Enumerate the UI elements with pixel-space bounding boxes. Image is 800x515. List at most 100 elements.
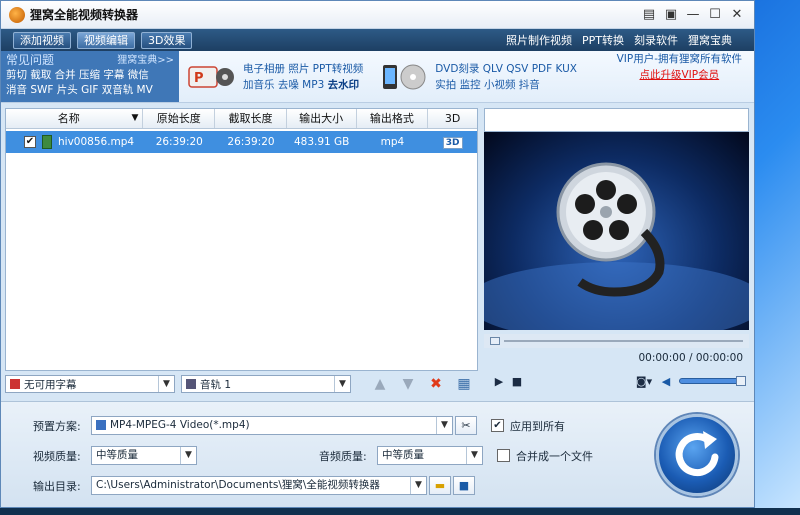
faq-links-line2[interactable]: 消音 SWF 片头 GIF 双音轨 MV	[6, 83, 174, 98]
convert-icon	[675, 431, 719, 477]
vip-upgrade-link[interactable]: 点此升级VIP会员	[617, 67, 742, 83]
col-output-format[interactable]: 输出格式	[357, 109, 429, 128]
promo-dvd[interactable]: DVD刻录 QLV QSV PDF KUX 实拍 监控 小视频 抖音	[371, 51, 585, 102]
player-controls: ▶ ■ ◙▾ ◀	[484, 370, 749, 392]
preview-player: 00:00:00 / 00:00:00 ▶ ■ ◙▾ ◀	[484, 108, 749, 398]
close-button[interactable]: ✕	[728, 7, 746, 23]
toolbar-link-photo-video[interactable]: 照片制作视频	[506, 32, 572, 48]
file-list-header: 名称 ▼ 原始长度 截取长度 输出大小 输出格式 3D	[6, 109, 477, 129]
row-checkbox[interactable]: ✔	[24, 136, 36, 148]
video-quality-select[interactable]: 中等质量 ▼	[91, 446, 197, 465]
taskbar-edge	[0, 508, 800, 515]
seek-bar[interactable]	[484, 334, 749, 348]
settings-panel: 预置方案: MP4-MPEG-4 Video(*.mp4) ▼ ✂ ✔ 应用到所…	[1, 401, 754, 507]
faq-more-link[interactable]: 狸窝宝典>>	[117, 53, 174, 68]
audio-quality-value: 中等质量	[382, 449, 424, 461]
promo-banner: 常见问题 狸窝宝典>> 剪切 截取 合并 压缩 字幕 微信 消音 SWF 片头 …	[1, 51, 754, 103]
preset-select[interactable]: MP4-MPEG-4 Video(*.mp4) ▼	[91, 416, 453, 435]
window-controls: ▤ ▣ — ☐ ✕	[640, 7, 754, 23]
promo-watermark: 去水印	[327, 78, 360, 91]
preview-screen[interactable]	[484, 132, 749, 330]
file-cut-length: 26:39:20	[227, 136, 275, 148]
skin-icon[interactable]: ▣	[662, 7, 680, 23]
svg-text:P: P	[194, 71, 204, 86]
chevron-down-icon: ▼	[180, 447, 196, 464]
audio-track-value: 音轨 1	[200, 378, 232, 391]
toolbar-link-guide[interactable]: 狸窝宝典	[688, 32, 732, 48]
convert-button[interactable]	[656, 414, 738, 496]
audio-track-select[interactable]: 音轨 1 ▼	[181, 375, 351, 393]
delete-icon[interactable]: ✖	[428, 376, 444, 392]
toolbar-link-ppt[interactable]: PPT转换	[582, 32, 624, 48]
apply-all-label: 应用到所有	[510, 419, 565, 433]
faq-links-line1[interactable]: 剪切 截取 合并 压缩 字幕 微信	[6, 68, 174, 83]
stop-icon[interactable]: ■	[508, 375, 526, 388]
col-3d[interactable]: 3D	[428, 109, 477, 128]
toolbar-links: 照片制作视频 PPT转换 刻录软件 狸窝宝典	[506, 32, 754, 48]
add-video-button[interactable]: 添加视频	[13, 31, 71, 49]
col-output-size[interactable]: 输出大小	[287, 109, 357, 128]
list-toolbar: 无可用字幕 ▼ 音轨 1 ▼ ▲ ▼ ✖ ▦	[5, 373, 478, 395]
merge-checkbox[interactable]	[497, 449, 510, 462]
move-down-icon[interactable]: ▼	[400, 376, 416, 392]
title-bar: 狸窝全能视频转换器 ▤ ▣ — ☐ ✕	[1, 1, 754, 29]
clear-list-icon[interactable]: ▦	[456, 376, 472, 392]
browse-folder-icon[interactable]: ▬	[429, 476, 451, 495]
merge-label: 合并成一个文件	[516, 449, 593, 463]
vip-promo: VIP用户-拥有狸窝所有软件 点此升级VIP会员	[617, 51, 754, 102]
open-folder-icon[interactable]: ■	[453, 476, 475, 495]
preset-settings-icon[interactable]: ✂	[455, 416, 477, 435]
file-output-size: 483.91 GB	[293, 136, 350, 148]
chevron-down-icon: ▼	[334, 376, 350, 392]
ppt-film-icon: P	[188, 65, 234, 88]
chevron-down-icon: ▼	[410, 477, 426, 494]
edit-video-button[interactable]: 视频编辑	[77, 31, 135, 49]
video-quality-label: 视频质量:	[33, 449, 81, 463]
toolbar: 添加视频 视频编辑 3D效果 照片制作视频 PPT转换 刻录软件 狸窝宝典	[1, 29, 754, 51]
chevron-down-icon: ▼	[158, 376, 174, 392]
chevron-down-icon: ▼	[436, 417, 452, 434]
promo-ppt-line1: 电子相册 照片 PPT转视频	[243, 62, 364, 75]
preview-header	[484, 108, 749, 132]
promo-dvd-line1: DVD刻录 QLV QSV PDF KUX	[435, 62, 577, 75]
seek-thumb[interactable]	[490, 337, 500, 345]
apply-all-checkbox[interactable]: ✔	[491, 419, 504, 432]
faq-title[interactable]: 常见问题	[6, 53, 54, 68]
table-row[interactable]: ✔ hiv00856.mp4 26:39:20 26:39:20 483.91 …	[6, 131, 477, 153]
file-list: 名称 ▼ 原始长度 截取长度 输出大小 输出格式 3D ✔ hiv00856.m…	[5, 108, 478, 371]
promo-ppt[interactable]: P 电子相册 照片 PPT转视频 加音乐 去噪 MP3 去水印	[179, 51, 371, 102]
audio-quality-label: 音频质量:	[319, 449, 367, 463]
effect-3d-button[interactable]: 3D效果	[141, 31, 193, 49]
output-dir-value: C:\Users\Administrator\Documents\狸窝\全能视频…	[96, 479, 380, 491]
video-quality-value: 中等质量	[96, 449, 138, 461]
vip-line: VIP用户-拥有狸窝所有软件	[616, 53, 742, 65]
3d-badge-icon[interactable]: 3D	[442, 136, 463, 149]
file-output-format: mp4	[380, 136, 405, 148]
minimize-button[interactable]: —	[684, 7, 702, 23]
toolbar-link-burn[interactable]: 刻录软件	[634, 32, 678, 48]
camera-icon[interactable]: ◙▾	[635, 375, 653, 388]
move-up-icon[interactable]: ▲	[372, 376, 388, 392]
film-reel-icon	[484, 162, 749, 330]
play-icon[interactable]: ▶	[490, 375, 508, 388]
maximize-button[interactable]: ☐	[706, 7, 724, 23]
col-original-length[interactable]: 原始长度	[143, 109, 216, 128]
col-cut-length[interactable]: 截取长度	[215, 109, 287, 128]
app-logo-icon	[9, 6, 25, 23]
preset-label: 预置方案:	[33, 419, 81, 433]
subtitle-value: 无可用字幕	[24, 378, 77, 391]
video-file-icon	[42, 135, 52, 149]
col-name[interactable]: 名称 ▼	[6, 109, 144, 128]
volume-thumb[interactable]	[736, 376, 746, 386]
volume-icon[interactable]: ◀	[657, 375, 675, 388]
time-readout: 00:00:00 / 00:00:00	[638, 352, 743, 364]
audio-quality-select[interactable]: 中等质量 ▼	[377, 446, 483, 465]
file-original-length: 26:39:20	[155, 136, 203, 148]
subtitle-select[interactable]: 无可用字幕 ▼	[5, 375, 175, 393]
chevron-down-icon: ▼	[466, 447, 482, 464]
audio-track-icon	[186, 379, 196, 389]
volume-slider[interactable]	[679, 376, 746, 386]
menu-icon[interactable]: ▤	[640, 7, 658, 23]
output-dir-select[interactable]: C:\Users\Administrator\Documents\狸窝\全能视频…	[91, 476, 427, 495]
dvd-phone-icon	[383, 64, 426, 89]
